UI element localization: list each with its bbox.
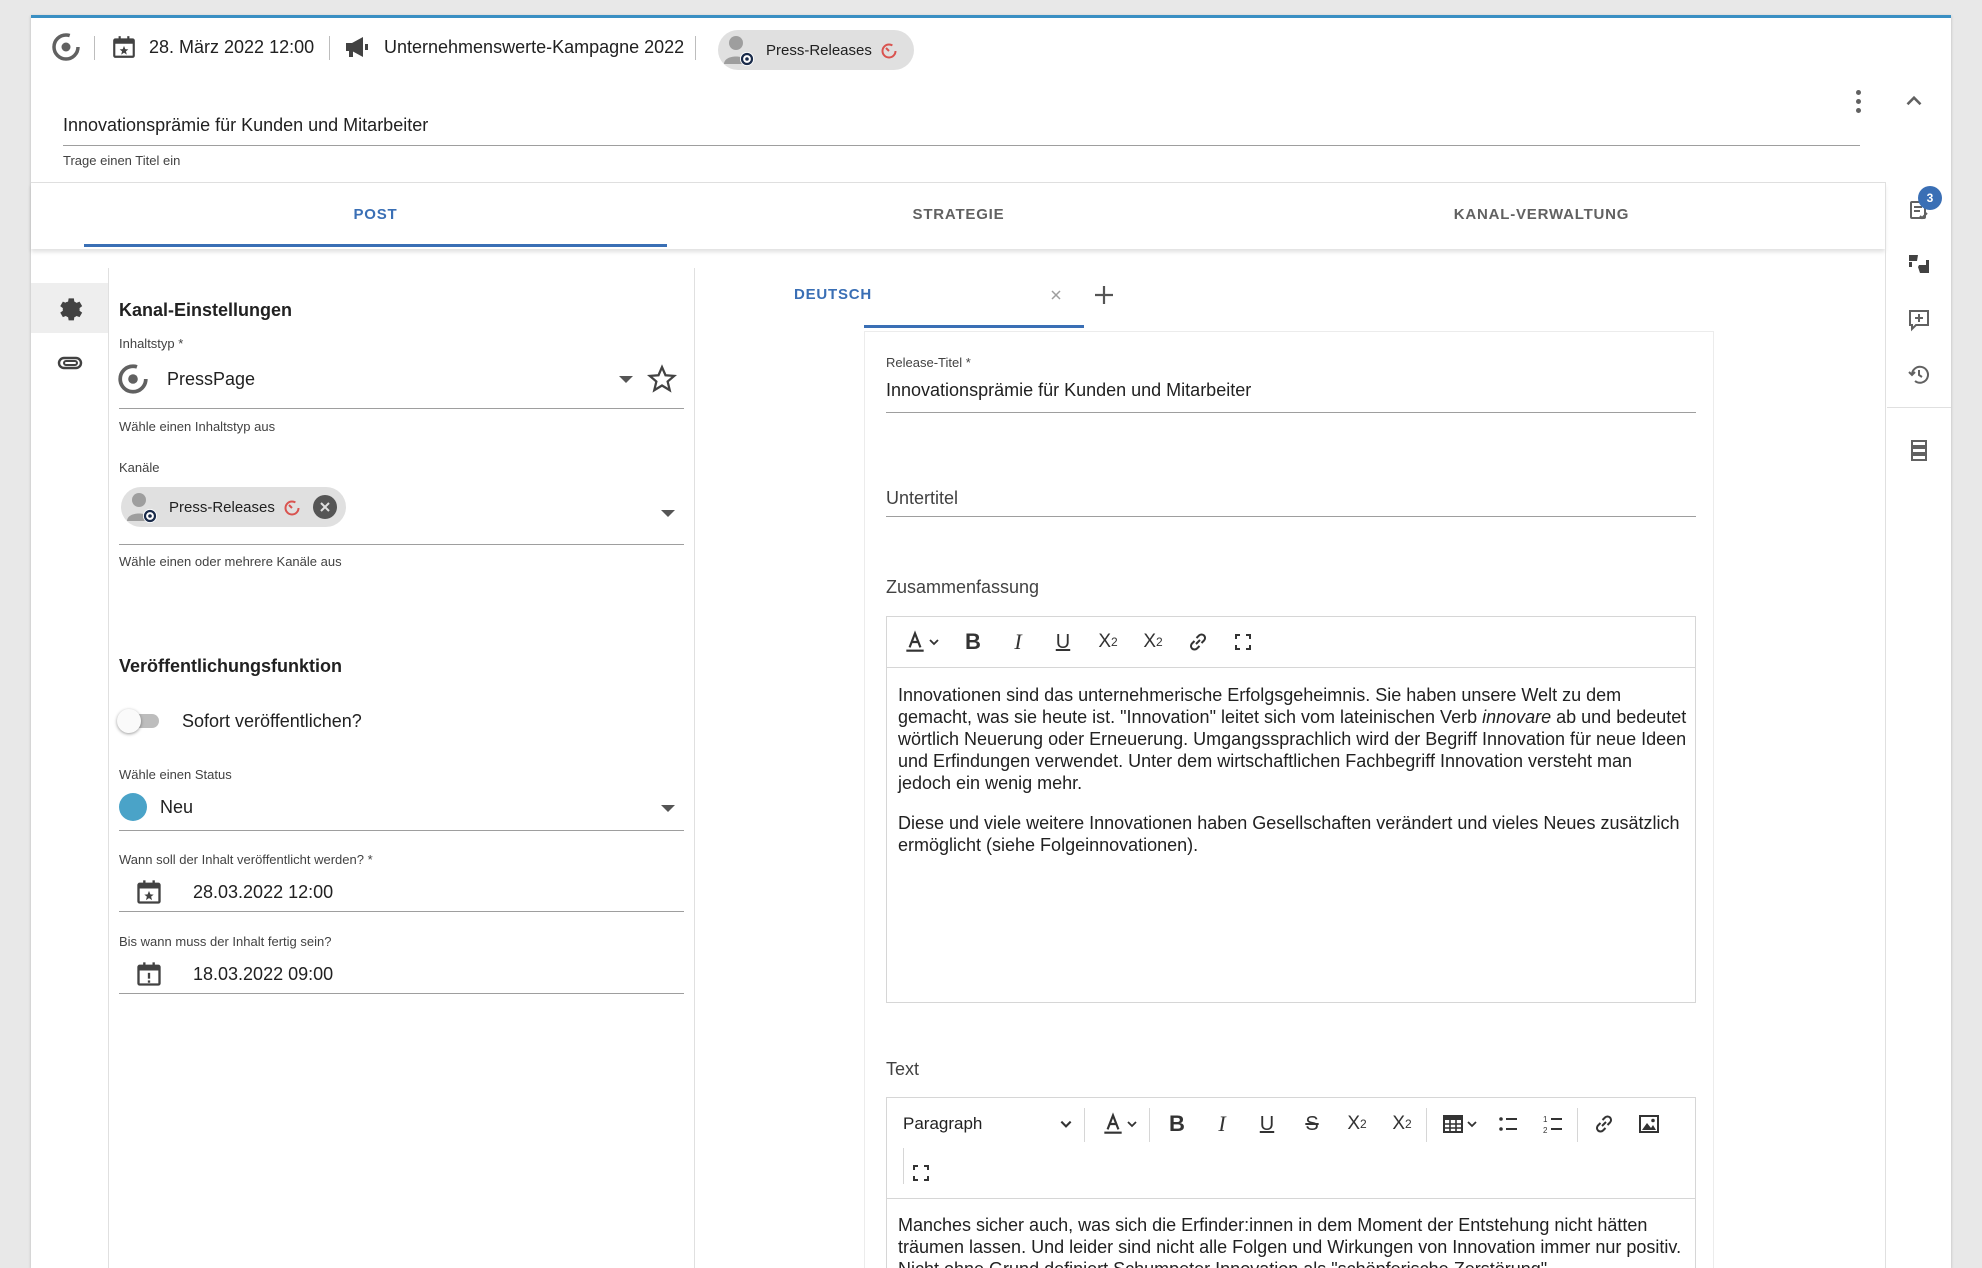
text-content[interactable]: Manches sicher auch, was sich die Erfind… <box>898 1214 1688 1268</box>
notification-badge: 3 <box>1918 186 1942 210</box>
status-select[interactable]: Neu <box>160 797 193 818</box>
post-title-input[interactable]: Innovationsprämie für Kunden und Mitarbe… <box>63 115 428 136</box>
table-chevron-icon[interactable] <box>1461 1104 1483 1144</box>
history-icon[interactable] <box>1901 357 1937 393</box>
calendar-star-icon[interactable] <box>135 878 163 906</box>
publish-now-toggle[interactable] <box>117 706 165 736</box>
strikethrough-icon[interactable]: S <box>1292 1104 1332 1144</box>
font-color-chevron-icon[interactable] <box>1121 1104 1143 1144</box>
summary-content[interactable]: Innovationen sind das unternehmerische E… <box>898 684 1688 856</box>
post-title-hint: Trage einen Titel ein <box>63 153 181 168</box>
content-type-dropdown-icon[interactable] <box>619 376 633 383</box>
font-color-chevron-icon[interactable] <box>923 622 945 662</box>
summary-paragraph-1: Innovationen sind das unternehmerische E… <box>898 685 1687 793</box>
status-label: Wähle einen Status <box>119 767 232 782</box>
megaphone-icon <box>343 34 371 60</box>
channel-avatar-icon <box>125 489 159 525</box>
channels-hint: Wähle einen oder mehrere Kanäle aus <box>119 554 342 569</box>
star-icon[interactable] <box>646 364 678 394</box>
channels-label: Kanäle <box>119 460 160 475</box>
content-type-label: Inhaltstyp * <box>119 336 184 351</box>
header-campaign[interactable]: Unternehmenswerte-Kampagne 2022 <box>384 37 684 58</box>
channels-dropdown-icon[interactable] <box>661 510 675 517</box>
attachment-icon[interactable] <box>55 348 85 378</box>
section-kanal-einstellungen: Kanal-Einstellungen <box>119 300 293 320</box>
fullscreen-icon[interactable] <box>901 1153 941 1193</box>
publish-date-label: Wann soll der Inhalt veröffentlicht werd… <box>119 852 373 867</box>
fullscreen-icon[interactable] <box>1223 622 1263 662</box>
publish-date-input[interactable]: 28.03.2022 12:00 <box>193 882 333 903</box>
chevron-up-icon[interactable] <box>1901 88 1927 114</box>
status-dropdown-icon[interactable] <box>661 805 675 812</box>
content-type-hint: Wähle einen Inhaltstyp aus <box>119 419 276 434</box>
paragraph-select[interactable]: Paragraph <box>903 1111 1073 1137</box>
summary-label: Zusammenfassung <box>886 577 1040 597</box>
subscript-icon[interactable]: X2 <box>1337 1104 1377 1144</box>
italic-icon[interactable]: I <box>1202 1104 1242 1144</box>
calendar-icon <box>111 34 137 60</box>
close-tab-icon[interactable] <box>1049 288 1063 302</box>
tab-language-deutsch[interactable]: DEUTSCH <box>733 286 933 303</box>
subtitle-input[interactable]: Untertitel <box>886 488 958 509</box>
publish-now-label: Sofort veröffentlichen? <box>182 711 362 731</box>
link-icon[interactable] <box>1178 622 1218 662</box>
underline-icon[interactable]: U <box>1247 1104 1287 1144</box>
timer-icon <box>283 498 301 516</box>
release-title-label: Release-Titel * <box>886 355 971 370</box>
text-label: Text <box>886 1059 920 1079</box>
content-type-select[interactable]: PressPage <box>167 369 255 390</box>
image-icon[interactable] <box>1629 1104 1669 1144</box>
add-language-icon[interactable] <box>1093 284 1115 306</box>
channel-chip-label: Press-Releases <box>169 498 275 516</box>
calendar-alert-icon[interactable] <box>135 960 163 988</box>
subscript-icon[interactable]: X2 <box>1088 622 1128 662</box>
svg-text:1: 1 <box>1543 1115 1548 1124</box>
header-date: 28. März 2022 12:00 <box>149 37 315 57</box>
due-date-label: Bis wann muss der Inhalt fertig sein? <box>119 934 332 949</box>
svg-text:2: 2 <box>1543 1126 1548 1135</box>
presspage-logo-icon <box>117 363 149 395</box>
chip-remove-icon[interactable] <box>312 495 337 519</box>
italic-icon[interactable]: I <box>998 622 1038 662</box>
summary-editor[interactable]: B I U X2 X2 Innovationen sind das untern… <box>886 616 1696 1003</box>
channel-avatar-icon <box>722 32 756 68</box>
tab-kanal-verwaltung[interactable]: KANAL-VERWALTUNG <box>1250 206 1833 223</box>
bold-icon[interactable]: B <box>953 622 993 662</box>
text-editor[interactable]: Paragraph B I U S X2 X2 12 Manches siche… <box>886 1097 1696 1268</box>
list-view-icon[interactable] <box>1901 432 1937 468</box>
thumbs-icon[interactable] <box>1901 246 1937 282</box>
gear-icon[interactable] <box>55 293 85 323</box>
section-publish: Veröffentlichungsfunktion <box>119 656 342 676</box>
timer-icon <box>880 41 898 59</box>
channel-chip[interactable]: Press-Releases <box>121 487 346 527</box>
numbered-list-icon[interactable]: 12 <box>1533 1104 1573 1144</box>
bold-icon[interactable]: B <box>1157 1104 1197 1144</box>
superscript-icon[interactable]: X2 <box>1382 1104 1422 1144</box>
add-comment-icon[interactable] <box>1901 302 1937 338</box>
tab-strategie[interactable]: STRATEGIE <box>667 206 1250 223</box>
due-date-input[interactable]: 18.03.2022 09:00 <box>193 964 333 985</box>
underline-icon[interactable]: U <box>1043 622 1083 662</box>
header-channel-label: Press-Releases <box>766 41 872 59</box>
chevron-down-icon <box>1059 1117 1073 1131</box>
tab-post[interactable]: POST <box>84 206 667 223</box>
app-logo-icon <box>51 32 81 62</box>
post-editor-card: 28. März 2022 12:00 Unternehmenswerte-Ka… <box>31 15 1951 1268</box>
status-color-dot <box>119 793 147 821</box>
link-icon[interactable] <box>1584 1104 1624 1144</box>
release-title-input[interactable]: Innovationsprämie für Kunden und Mitarbe… <box>886 380 1251 401</box>
summary-paragraph-2: Diese und viele weitere Innovationen hab… <box>898 813 1680 855</box>
superscript-icon[interactable]: X2 <box>1133 622 1173 662</box>
bullet-list-icon[interactable] <box>1488 1104 1528 1144</box>
header-channel-chip[interactable]: Press-Releases <box>718 30 914 70</box>
more-vert-icon[interactable] <box>1846 86 1870 116</box>
